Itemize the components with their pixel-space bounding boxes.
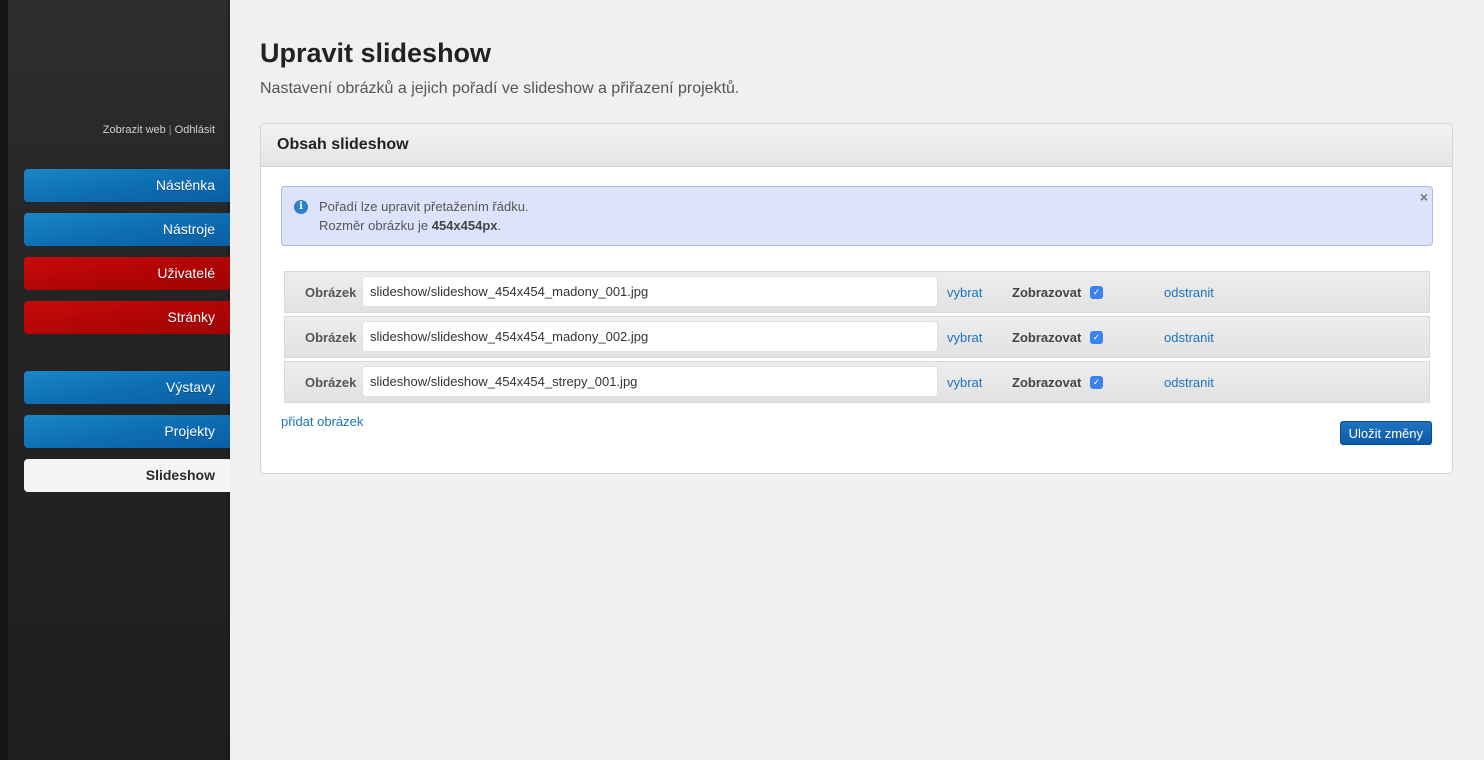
add-image-link[interactable]: přidat obrázek (281, 414, 363, 429)
main-nav: Nástěnka Nástroje Uživatelé Stránky Výst… (24, 169, 230, 503)
image-row[interactable]: Obrázek vybrat Zobrazovat ✓ odstranit (284, 316, 1430, 358)
choose-image-link[interactable]: vybrat (947, 375, 982, 390)
image-row[interactable]: Obrázek vybrat Zobrazovat ✓ odstranit (284, 271, 1430, 313)
info-icon: i (294, 200, 308, 214)
remove-image-link[interactable]: odstranit (1164, 330, 1214, 345)
remove-image-link[interactable]: odstranit (1164, 285, 1214, 300)
sidebar-item-pages[interactable]: Stránky (24, 301, 230, 334)
remove-image-link[interactable]: odstranit (1164, 375, 1214, 390)
info-alert: i × Pořadí lze upravit přetažením řádku.… (281, 186, 1433, 246)
show-checkbox[interactable]: ✓ (1090, 331, 1103, 344)
sidebar-item-dashboard[interactable]: Nástěnka (24, 169, 230, 202)
image-path-input[interactable] (362, 321, 938, 352)
sidebar-item-exhibitions[interactable]: Výstavy (24, 371, 230, 404)
top-links: Zobrazit web | Odhlásit (103, 124, 215, 136)
show-label: Zobrazovat (1012, 285, 1082, 300)
sidebar-item-users[interactable]: Uživatelé (24, 257, 230, 290)
close-icon[interactable]: × (1420, 188, 1428, 207)
show-label: Zobrazovat (1012, 375, 1082, 390)
image-label: Obrázek (305, 330, 357, 345)
image-rows: Obrázek vybrat Zobrazovat ✓ odstranit Ob… (284, 271, 1430, 406)
sidebar-item-tools[interactable]: Nástroje (24, 213, 230, 246)
alert-line-1: Pořadí lze upravit přetažením řádku. (319, 199, 529, 214)
sidebar-item-slideshow[interactable]: Slideshow (24, 459, 230, 492)
panel-title: Obsah slideshow (261, 124, 1452, 167)
slideshow-panel: Obsah slideshow i × Pořadí lze upravit p… (260, 123, 1453, 474)
image-label: Obrázek (305, 285, 357, 300)
page-title: Upravit slideshow (260, 38, 492, 68)
choose-image-link[interactable]: vybrat (947, 330, 982, 345)
sidebar-edge (0, 0, 8, 760)
link-separator: | (168, 124, 172, 136)
view-site-link[interactable]: Zobrazit web (103, 124, 166, 136)
logout-link[interactable]: Odhlásit (175, 124, 215, 136)
choose-image-link[interactable]: vybrat (947, 285, 982, 300)
alert-line-2: Rozměr obrázku je 454x454px. (319, 216, 1432, 235)
save-button[interactable]: Uložit změny (1339, 421, 1432, 445)
image-label: Obrázek (305, 375, 357, 390)
show-checkbox[interactable]: ✓ (1090, 286, 1103, 299)
image-size: 454x454px (431, 218, 498, 233)
sidebar: Zobrazit web | Odhlásit Nástěnka Nástroje … (0, 0, 230, 760)
image-row[interactable]: Obrázek vybrat Zobrazovat ✓ odstranit (284, 361, 1430, 403)
alert-line-2-suffix: . (497, 218, 502, 233)
page-subtitle: Nastavení obrázků a jejich pořadí ve sli… (260, 80, 740, 97)
show-checkbox[interactable]: ✓ (1090, 376, 1103, 389)
alert-line-2-prefix: Rozměr obrázku je (319, 218, 432, 233)
image-path-input[interactable] (362, 366, 938, 397)
show-label: Zobrazovat (1012, 330, 1082, 345)
image-path-input[interactable] (362, 276, 938, 307)
sidebar-item-projects[interactable]: Projekty (24, 415, 230, 448)
